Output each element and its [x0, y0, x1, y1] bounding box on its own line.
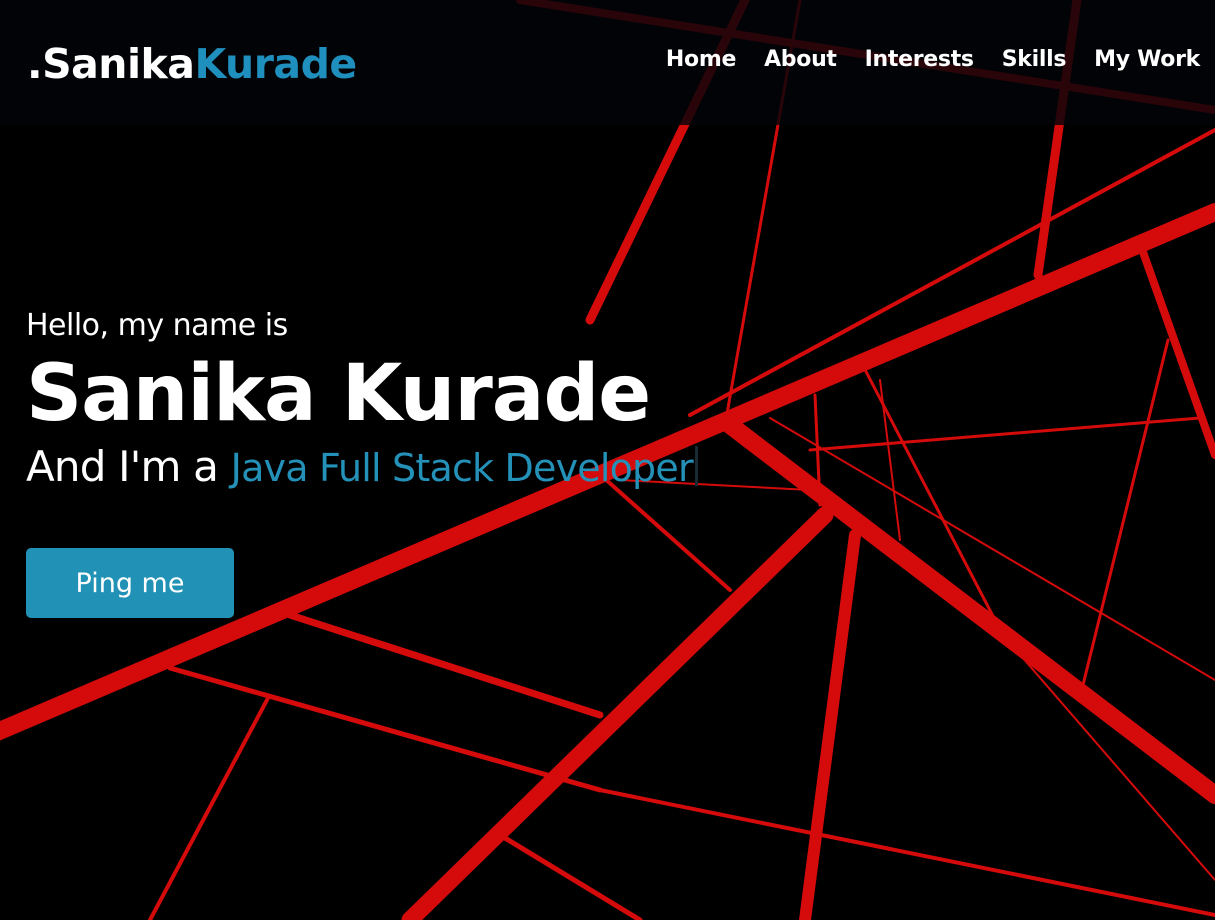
logo[interactable]: .SanikaKurade: [27, 40, 357, 88]
nav-item-my-work: My Work: [1094, 46, 1200, 74]
hero-role-typed-text: Java Full Stack Developer: [230, 446, 694, 490]
top-navbar: .SanikaKurade Home About Interests Skill…: [0, 0, 1215, 125]
nav-menu: Home About Interests Skills My Work: [638, 46, 1200, 74]
nav-item-home: Home: [666, 46, 736, 74]
ping-me-button[interactable]: Ping me: [26, 548, 234, 618]
nav-item-skills: Skills: [1002, 46, 1067, 74]
hero-section: Hello, my name is Sanika Kurade And I'm …: [26, 305, 698, 494]
nav-link-home[interactable]: Home: [666, 47, 736, 72]
nav-link-interests[interactable]: Interests: [865, 47, 974, 72]
hero-role-prefix: And I'm a: [26, 442, 231, 491]
logo-last-name: Kurade: [194, 40, 357, 88]
page: .SanikaKurade Home About Interests Skill…: [0, 0, 1215, 920]
typing-cursor: [694, 446, 698, 486]
nav-item-about: About: [764, 46, 837, 74]
hero-greeting: Hello, my name is: [26, 308, 288, 343]
hero-role: And I'm a Java Full Stack Developer: [26, 441, 698, 494]
logo-first-name: .Sanika: [27, 40, 195, 88]
nav-link-about[interactable]: About: [764, 47, 837, 72]
nav-item-interests: Interests: [865, 46, 974, 74]
nav-link-my-work[interactable]: My Work: [1094, 47, 1200, 72]
hero-name: Sanika Kurade: [26, 349, 651, 439]
nav-link-skills[interactable]: Skills: [1002, 47, 1067, 72]
